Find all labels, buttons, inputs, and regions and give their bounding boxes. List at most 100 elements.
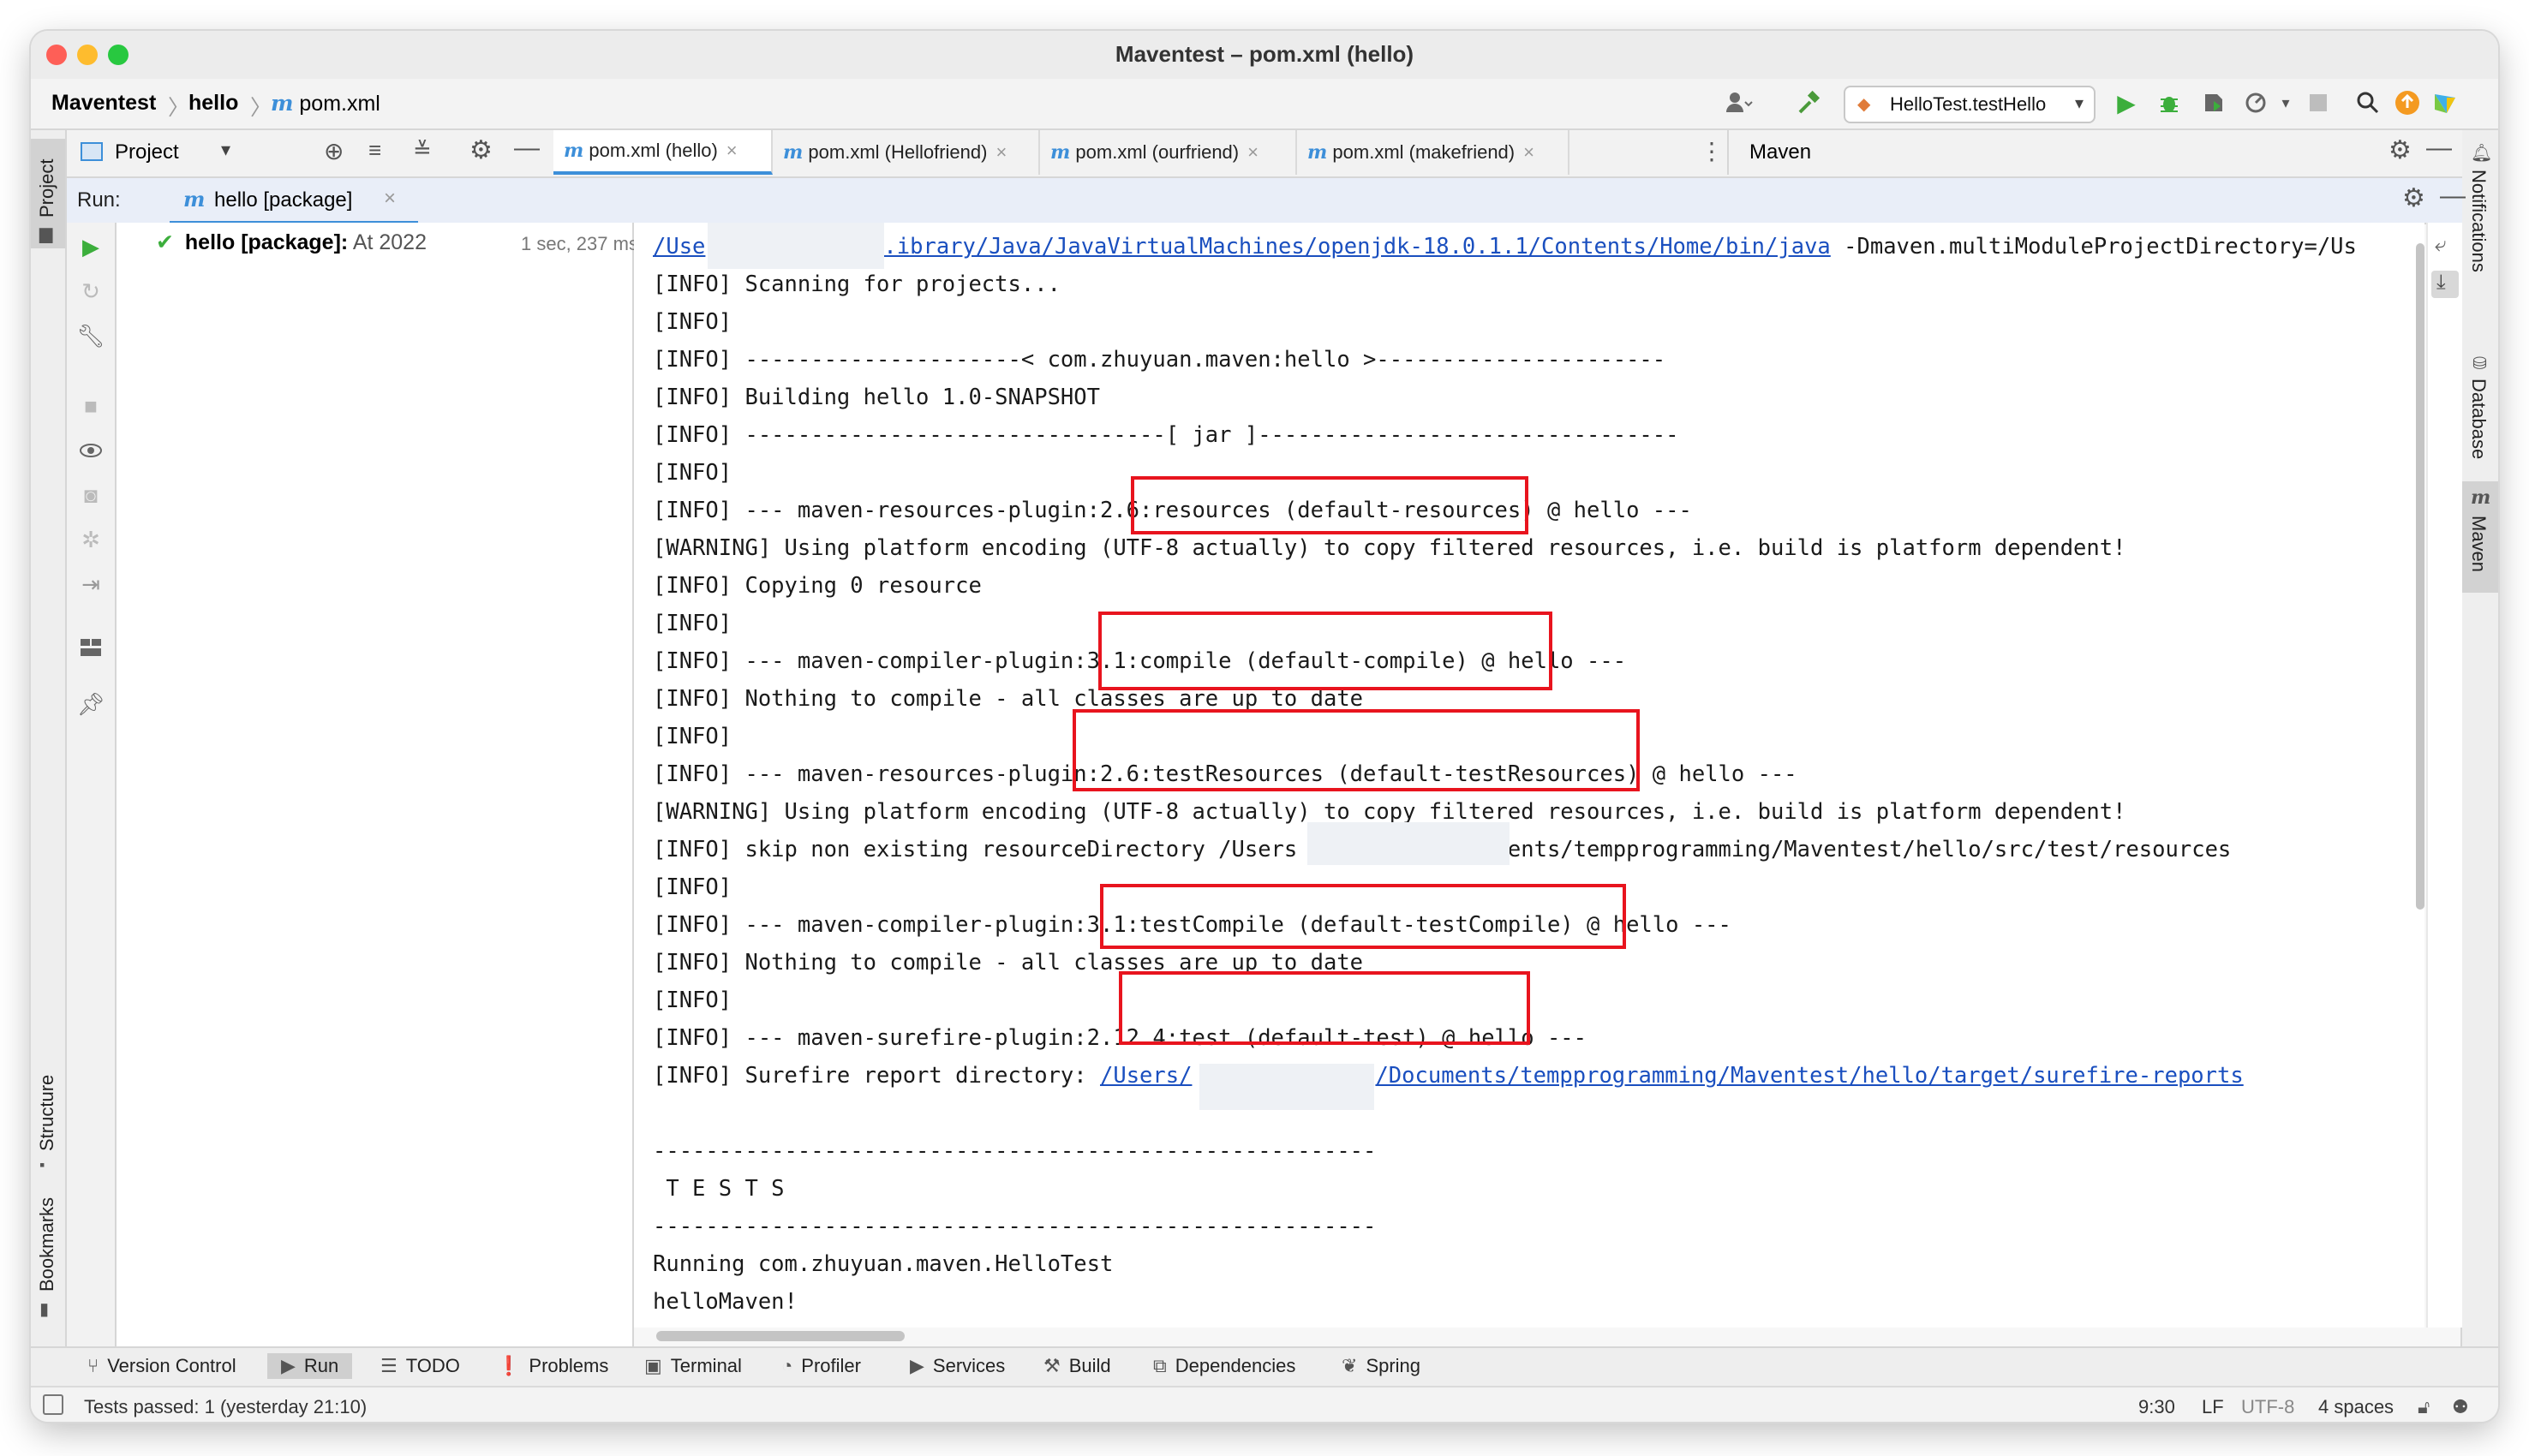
hide-panel-icon[interactable]: —	[2440, 182, 2466, 211]
settings-gear-icon[interactable]: ⚙	[2388, 135, 2412, 165]
console-line: [INFO]	[653, 611, 732, 636]
run-configuration-label: HelloTest.testHello	[1890, 93, 2047, 115]
rerun-failed-icon[interactable]: ↻	[77, 277, 105, 305]
debug-icon[interactable]	[2154, 87, 2185, 118]
breadcrumb-project[interactable]: Maventest	[51, 91, 156, 116]
tool-button-label: Spring	[1366, 1355, 1421, 1376]
search-icon[interactable]	[2353, 87, 2383, 118]
close-tab-icon[interactable]: ×	[726, 140, 738, 162]
project-view-label[interactable]: Project	[115, 140, 179, 164]
console-output[interactable]: /Use .ibrary/Java/JavaVirtualMachines/ope…	[634, 223, 2424, 1328]
import-icon[interactable]: ⇥	[77, 570, 105, 598]
hide-panel-icon[interactable]: —	[514, 134, 540, 163]
close-tab-icon[interactable]: ×	[1523, 141, 1534, 164]
tool-windows-icon[interactable]	[43, 1394, 63, 1415]
console-text: -Dmaven.multiModuleProjectDirectory=/Us	[1830, 234, 2357, 260]
chevron-down-icon[interactable]: ▾	[221, 139, 230, 161]
lock-icon[interactable]: 🔓︎	[2418, 1396, 2430, 1418]
hide-panel-icon[interactable]: —	[2426, 134, 2452, 163]
tool-button-build[interactable]: ⚒ Build	[1043, 1355, 1111, 1377]
settings-gear-icon[interactable]: ⚙	[2402, 183, 2425, 213]
soft-wrap-icon[interactable]: ⤶	[2435, 233, 2446, 257]
more-tabs-icon[interactable]: ⋮	[1700, 137, 1724, 165]
tool-button-profiler[interactable]: ◔ Profiler	[781, 1355, 861, 1377]
layout-icon[interactable]	[77, 634, 105, 661]
tool-button-spring[interactable]: ❦ Spring	[1342, 1355, 1420, 1377]
run-icon[interactable]: ▶	[2111, 87, 2142, 118]
run-configuration-selector[interactable]: ◆ HelloTest.testHello ▾	[1844, 86, 2096, 123]
editor-tab[interactable]: m pom.xml (Hellofriend) ×	[773, 130, 1040, 175]
run-tree-item-detail: At 2022	[352, 230, 427, 254]
editor-tab[interactable]: m pom.xml (makefriend) ×	[1297, 130, 1569, 175]
bookmarks-stripe-label: Bookmarks	[36, 1196, 57, 1292]
structure-stripe-button[interactable]: Structure ▪	[31, 1055, 65, 1175]
tool-button-todo[interactable]: ☰ TODO	[380, 1355, 460, 1377]
close-tab-icon[interactable]: ×	[995, 141, 1007, 164]
project-stripe-button[interactable]: Project ▆	[31, 139, 65, 248]
maven-stripe-button[interactable]: m Maven	[2462, 481, 2498, 593]
inspection-icon[interactable]: ⚉	[2452, 1396, 2469, 1418]
tool-button-dependencies[interactable]: ⧉ Dependencies	[1153, 1355, 1295, 1377]
expand-all-icon[interactable]: ≡	[368, 137, 381, 164]
account-icon[interactable]	[1724, 87, 1755, 118]
tool-button-problems[interactable]: ❗ Problems	[497, 1355, 608, 1377]
horizontal-scroll-thumb[interactable]	[656, 1331, 905, 1341]
run-tree-item[interactable]: ✔ hello [package]: At 2022	[156, 230, 427, 260]
console-line: [INFO] ---------------------< com.zhuyua…	[653, 347, 1666, 373]
run-tab[interactable]: m hello [package] ×	[170, 178, 418, 224]
wrench-icon[interactable]: 🔧︎	[77, 322, 105, 349]
structure-icon: ▪	[39, 1156, 45, 1173]
update-icon[interactable]	[2392, 87, 2423, 118]
title-bar: Maventest – pom.xml (hello)	[31, 31, 2498, 79]
settings-gear-icon[interactable]: ⚙	[469, 135, 493, 165]
run-tree-item-duration: 1 sec, 237 ms	[521, 233, 638, 254]
console-link[interactable]: /Use	[653, 234, 705, 260]
collapse-all-icon[interactable]: ≚	[413, 137, 432, 164]
editor-tab[interactable]: m pom.xml (hello) ×	[553, 130, 773, 175]
eye-icon[interactable]	[77, 437, 105, 464]
folder-icon: ▆	[39, 224, 53, 243]
indent-setting[interactable]: 4 spaces	[2318, 1396, 2394, 1418]
coverage-icon[interactable]	[2198, 87, 2229, 118]
debug-settings-icon[interactable]: ✲	[77, 526, 105, 553]
console-line: Running com.zhuyuan.maven.HelloTest	[653, 1251, 1114, 1277]
rerun-icon[interactable]: ▶	[77, 233, 105, 260]
close-tab-icon[interactable]: ×	[1247, 141, 1259, 164]
camera-icon[interactable]: ◙	[77, 481, 105, 509]
run-label: Run:	[77, 188, 121, 212]
bookmark-icon: ▮	[39, 1300, 50, 1319]
editor-tab[interactable]: m pom.xml (ourfriend) ×	[1040, 130, 1297, 175]
stop-icon[interactable]: ■	[77, 392, 105, 420]
jetbrains-logo-icon[interactable]	[2430, 87, 2460, 118]
scroll-to-end-icon[interactable]: ⤓	[2431, 271, 2459, 298]
build-hammer-icon[interactable]	[1794, 87, 1825, 118]
tool-button-label: Services	[932, 1355, 1006, 1376]
tool-button-run[interactable]: ▶ Run	[267, 1353, 353, 1379]
notifications-stripe-button[interactable]: 🔔︎ Notifications	[2462, 139, 2498, 284]
vertical-scroll-thumb[interactable]	[2416, 243, 2424, 910]
profile-icon[interactable]	[2241, 87, 2272, 118]
pin-icon[interactable]: 📌︎	[77, 690, 105, 718]
file-encoding[interactable]: UTF-8	[2241, 1396, 2294, 1418]
close-tab-icon[interactable]: ×	[384, 187, 396, 211]
caret-position[interactable]: 9:30	[2138, 1396, 2175, 1418]
console-link[interactable]: /Users/	[1100, 1063, 1192, 1089]
breadcrumb-module[interactable]: hello	[188, 91, 238, 116]
tool-button-services[interactable]: ▶ Services	[910, 1355, 1005, 1377]
status-message[interactable]: Tests passed: 1 (yesterday 21:10)	[84, 1396, 367, 1418]
tool-window-bar: ⑂ Version Control ▶ Run ☰ TODO ❗ Problems ▣ T…	[31, 1346, 2498, 1387]
bookmarks-stripe-button[interactable]: Bookmarks ▮	[31, 1189, 65, 1319]
more-run-options-icon[interactable]: ▾	[2270, 87, 2301, 118]
database-stripe-button[interactable]: ⛁ Database	[2462, 353, 2498, 464]
console-link[interactable]: /Documents/tempprogramming/Maventest/hel…	[1375, 1063, 2243, 1089]
breadcrumb-file-label: pom.xml	[299, 92, 380, 116]
tool-button-terminal[interactable]: ▣ Terminal	[644, 1355, 742, 1377]
line-separator[interactable]: LF	[2202, 1396, 2224, 1418]
console-horizontal-scrollbar[interactable]	[634, 1328, 2424, 1345]
breadcrumb-file[interactable]: m pom.xml	[271, 91, 380, 116]
console-vertical-scrollbar[interactable]: ⤶ ⤓	[2416, 223, 2462, 1328]
tool-button-version-control[interactable]: ⑂ Version Control	[87, 1355, 236, 1377]
console-link[interactable]: .ibrary/Java/JavaVirtualMachines/openjdk…	[883, 234, 1830, 260]
locate-file-icon[interactable]: ⊕	[324, 137, 344, 165]
stop-icon[interactable]	[2303, 87, 2334, 118]
